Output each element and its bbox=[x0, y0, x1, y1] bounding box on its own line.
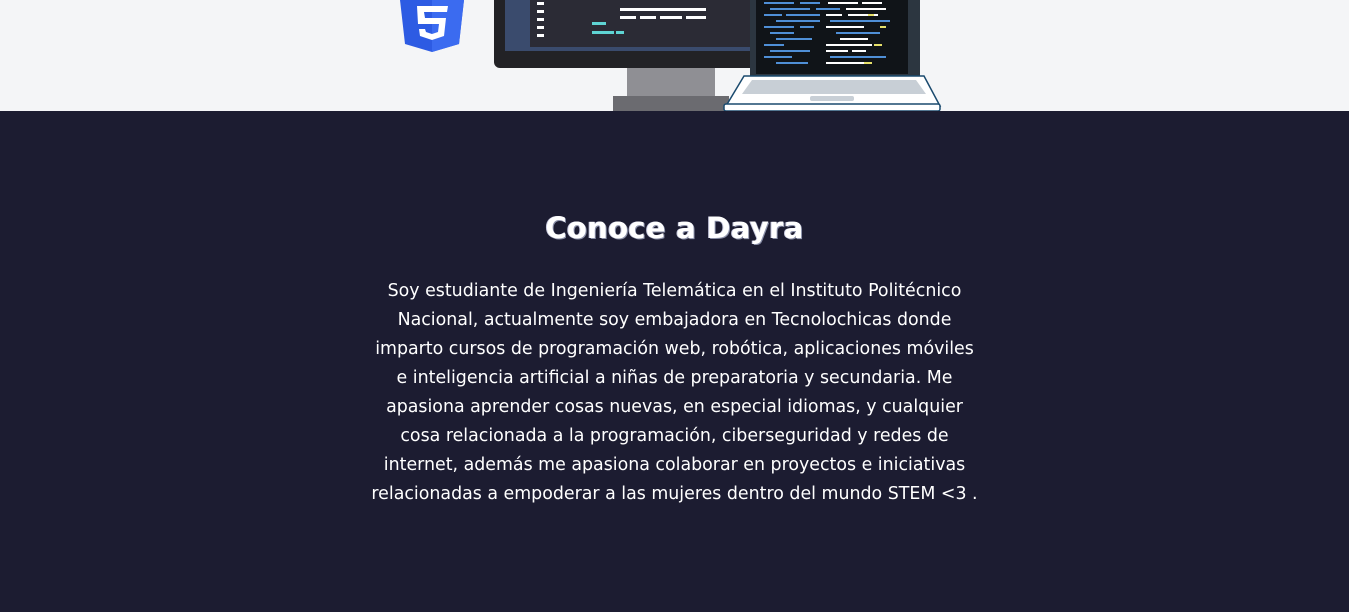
about-title: Conoce a Dayra bbox=[545, 211, 804, 245]
hero-illustration-section bbox=[0, 0, 1349, 111]
hero-illustration bbox=[400, 0, 942, 111]
desktop-monitor-illustration bbox=[494, 0, 764, 111]
laptop-illustration bbox=[723, 0, 942, 111]
about-section: Conoce a Dayra Soy estudiante de Ingenie… bbox=[0, 111, 1349, 612]
css3-icon bbox=[400, 0, 464, 52]
about-description: Soy estudiante de Ingeniería Telemática … bbox=[371, 281, 978, 504]
